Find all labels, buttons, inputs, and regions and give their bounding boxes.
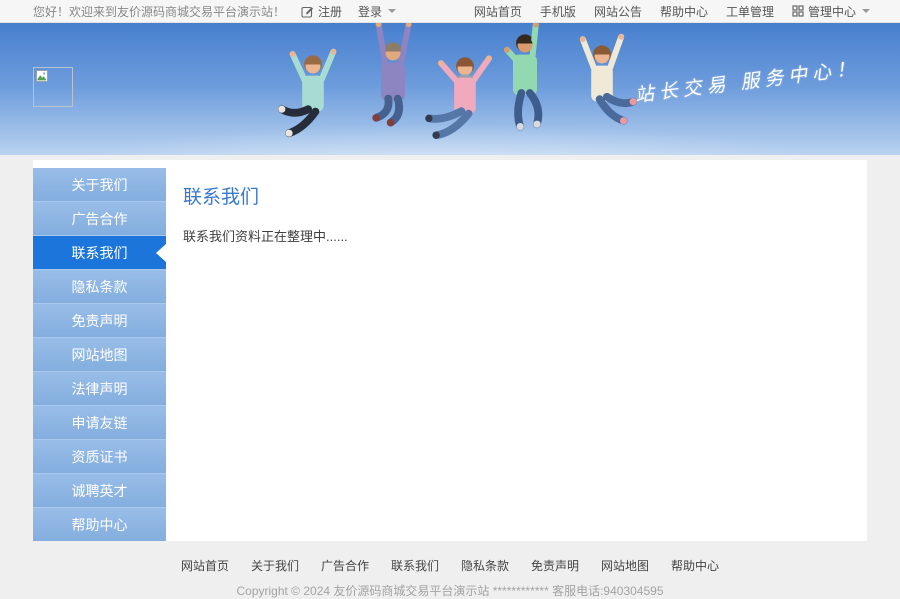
sidebar-item-sitemap[interactable]: 网站地图 bbox=[33, 338, 166, 372]
admin-center-label: 管理中心 bbox=[808, 3, 856, 20]
topbar: 您好！欢迎来到友价源码商城交易平台演示站！ 注册 登录 网站首页 手机版 网站公告 帮… bbox=[0, 0, 900, 23]
copyright-text: Copyright © 2024 友价源码商城交易平台演示站 *********… bbox=[0, 582, 900, 599]
register-label: 注册 bbox=[318, 3, 342, 20]
footer-link[interactable]: 免责声明 bbox=[531, 557, 579, 574]
grid-icon bbox=[792, 5, 804, 17]
topbar-nav-item[interactable]: 帮助中心 bbox=[660, 3, 708, 20]
footer-link[interactable]: 网站首页 bbox=[181, 557, 229, 574]
register-link[interactable]: 注册 bbox=[301, 3, 342, 20]
content-panel: 关于我们广告合作联系我们隐私条款免责声明网站地图法律声明申请友链资质证书诚聘英才… bbox=[33, 160, 867, 541]
topbar-nav-item[interactable]: 网站公告 bbox=[594, 3, 642, 20]
sidebar-item-help-center[interactable]: 帮助中心 bbox=[33, 508, 166, 541]
edit-icon bbox=[301, 5, 314, 18]
login-label: 登录 bbox=[358, 3, 382, 20]
admin-center-link[interactable]: 管理中心 bbox=[792, 3, 870, 20]
site-logo[interactable] bbox=[33, 67, 73, 107]
sidebar-item-certificates[interactable]: 资质证书 bbox=[33, 440, 166, 474]
footer-link[interactable]: 关于我们 bbox=[251, 557, 299, 574]
sidebar-item-about-us[interactable]: 关于我们 bbox=[33, 168, 166, 202]
broken-image-icon bbox=[36, 70, 49, 83]
main-section: 关于我们广告合作联系我们隐私条款免责声明网站地图法律声明申请友链资质证书诚聘英才… bbox=[0, 155, 900, 541]
sidebar-item-contact-us[interactable]: 联系我们 bbox=[33, 236, 166, 270]
footer-link[interactable]: 广告合作 bbox=[321, 557, 369, 574]
footer: 网站首页 关于我们 广告合作 联系我们 隐私条款 免责声明 网站地图 帮助中心 Copyrig… bbox=[0, 541, 900, 599]
footer-link[interactable]: 网站地图 bbox=[601, 557, 649, 574]
topbar-nav-item[interactable]: 手机版 bbox=[540, 3, 576, 20]
sidebar-item-legal-notice[interactable]: 法律声明 bbox=[33, 372, 166, 406]
login-link[interactable]: 登录 bbox=[358, 3, 396, 20]
footer-link[interactable]: 隐私条款 bbox=[461, 557, 509, 574]
topbar-nav: 网站首页 手机版 网站公告 帮助中心 工单管理 bbox=[474, 3, 774, 20]
page-title: 联系我们 bbox=[183, 182, 847, 209]
topbar-nav-item[interactable]: 工单管理 bbox=[726, 3, 774, 20]
banner: 站长交易 服务中心！ bbox=[0, 23, 900, 155]
sidebar-item-disclaimer[interactable]: 免责声明 bbox=[33, 304, 166, 338]
sidebar-menu: 关于我们广告合作联系我们隐私条款免责声明网站地图法律声明申请友链资质证书诚聘英才… bbox=[33, 168, 166, 541]
sidebar-item-friend-links[interactable]: 申请友链 bbox=[33, 406, 166, 440]
footer-link[interactable]: 联系我们 bbox=[391, 557, 439, 574]
chevron-down-icon bbox=[388, 9, 396, 13]
content-area: 联系我们 联系我们资料正在整理中...... bbox=[183, 160, 867, 245]
sidebar-item-privacy-terms[interactable]: 隐私条款 bbox=[33, 270, 166, 304]
sidebar-item-ad-cooperation[interactable]: 广告合作 bbox=[33, 202, 166, 236]
footer-link[interactable]: 帮助中心 bbox=[671, 557, 719, 574]
topbar-nav-item[interactable]: 网站首页 bbox=[474, 3, 522, 20]
chevron-down-icon bbox=[862, 9, 870, 13]
greeting-text: 您好！欢迎来到友价源码商城交易平台演示站！ bbox=[33, 3, 285, 20]
footer-links: 网站首页 关于我们 广告合作 联系我们 隐私条款 免责声明 网站地图 帮助中心 bbox=[0, 557, 900, 574]
page-body-text: 联系我们资料正在整理中...... bbox=[183, 226, 847, 245]
sidebar-item-careers[interactable]: 诚聘英才 bbox=[33, 474, 166, 508]
